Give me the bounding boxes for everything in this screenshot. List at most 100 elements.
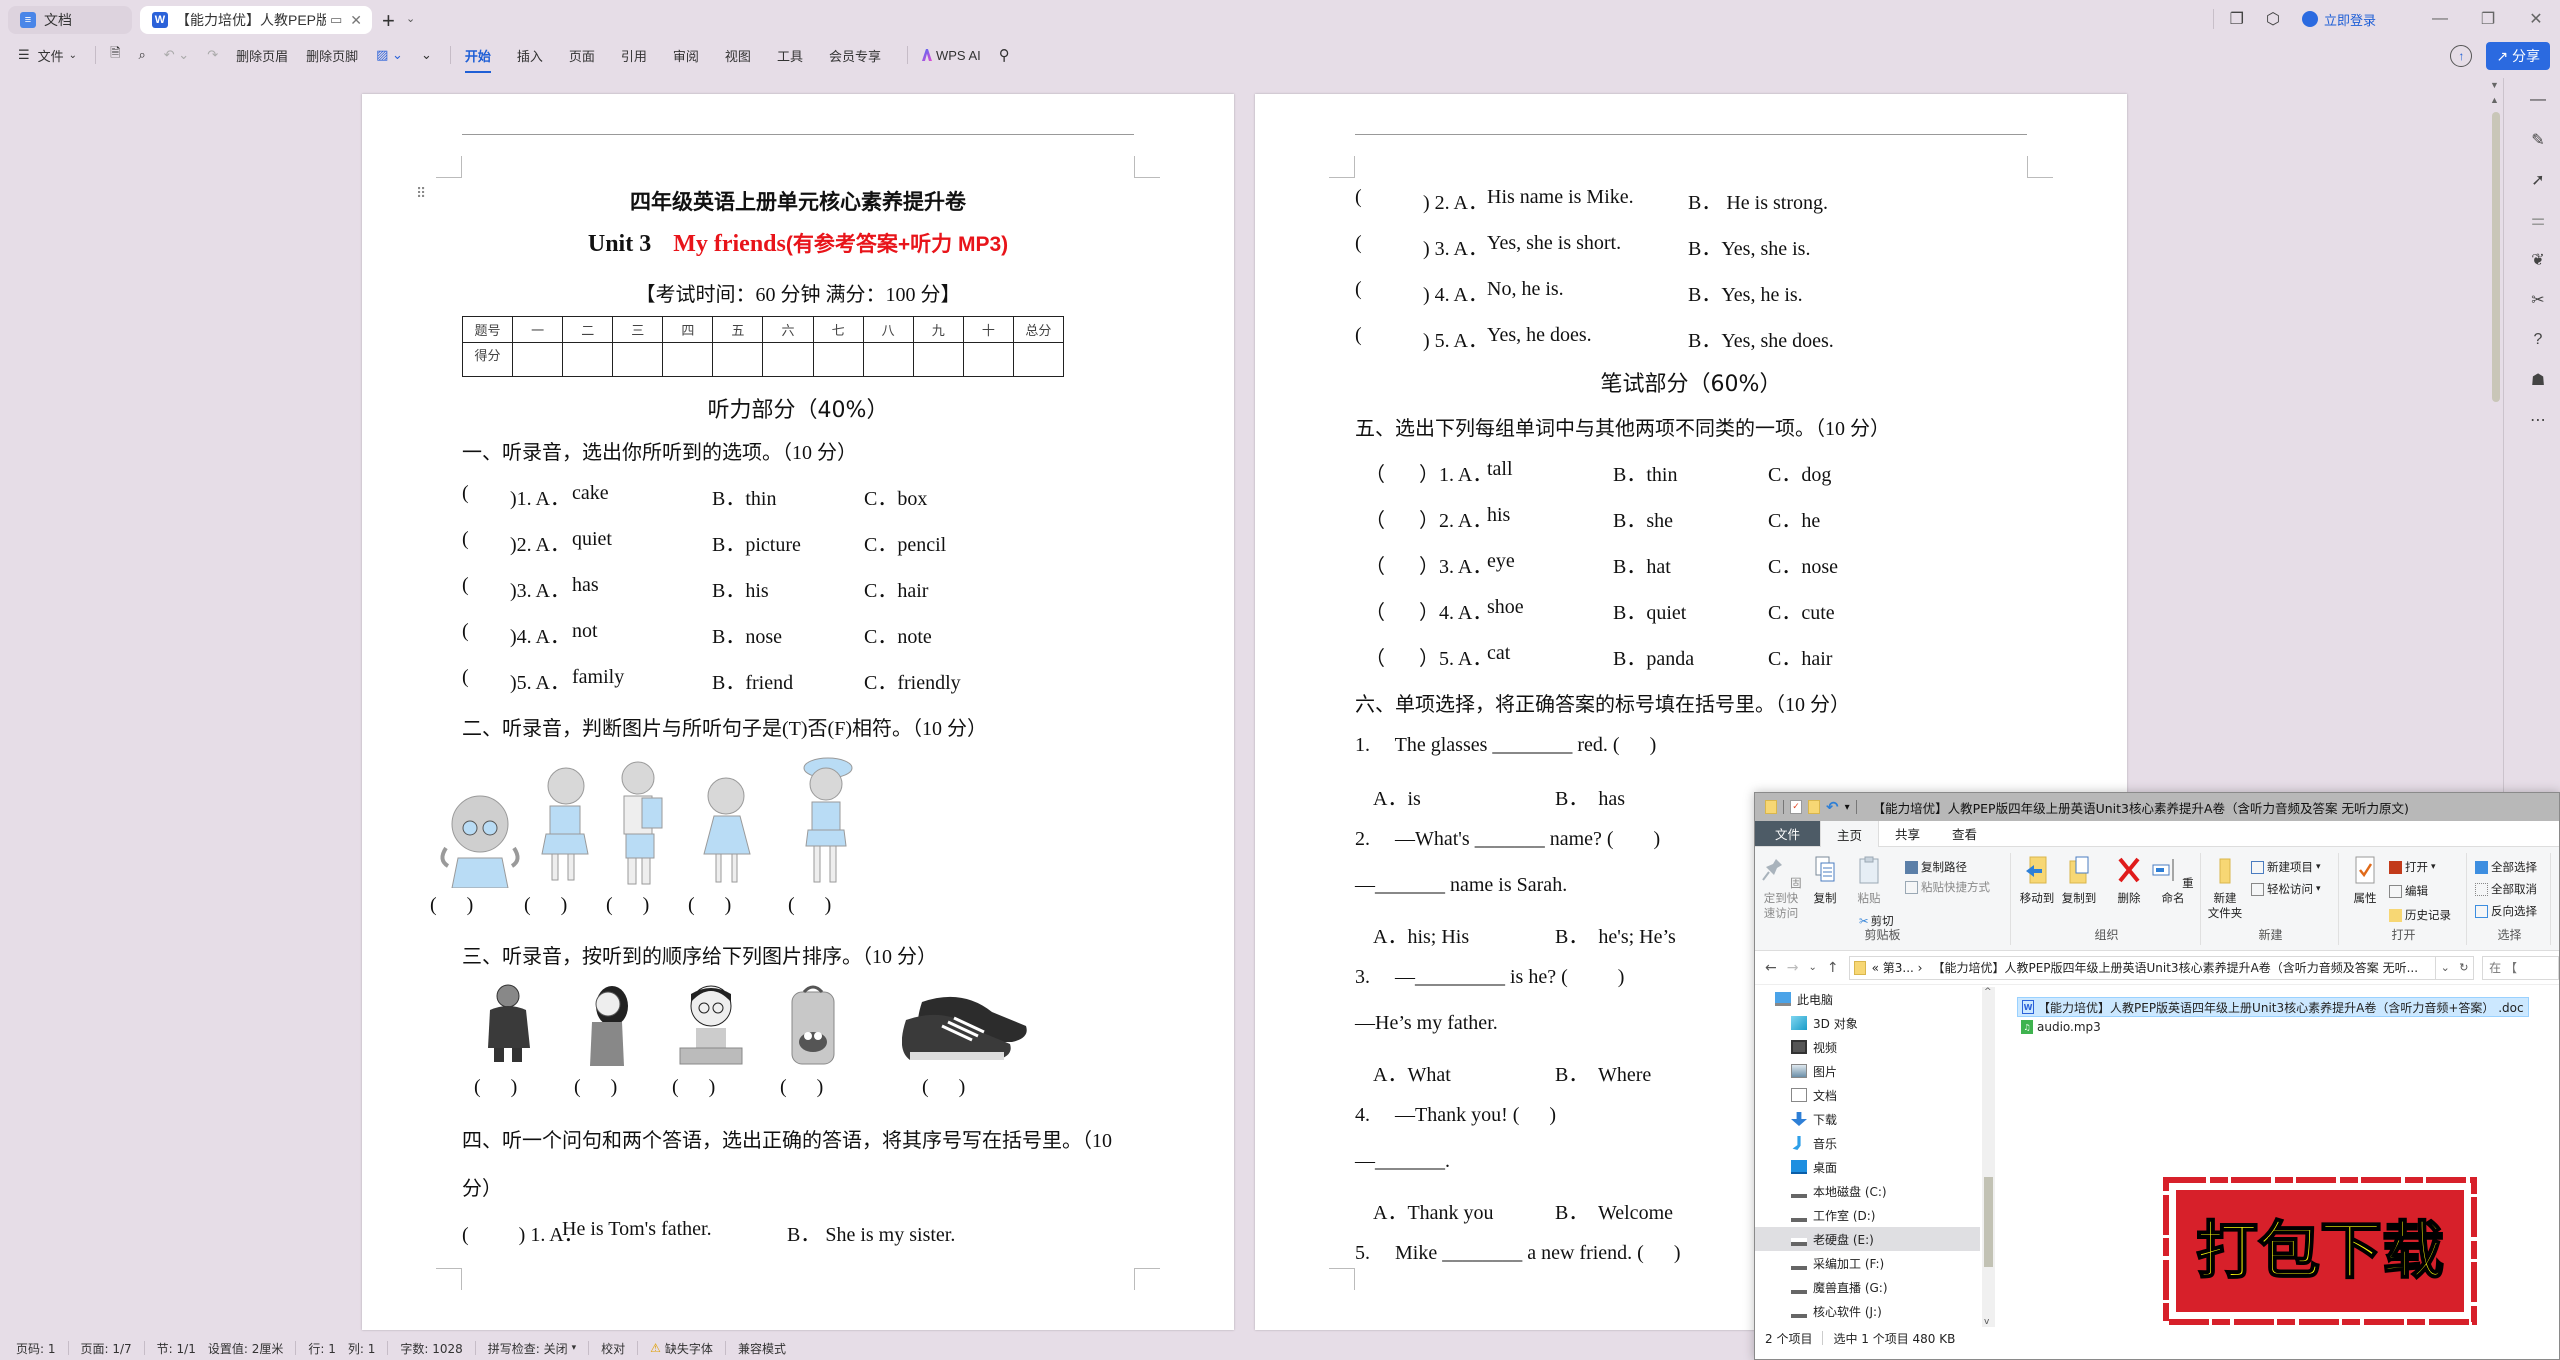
table-cell[interactable]	[762, 342, 814, 377]
address-path[interactable]: 【能力培优】人教PEP版四年级上册英语Unit3核心素养提升A卷（含听力音频及答…	[1932, 959, 2418, 976]
properties-button[interactable]: 属性	[2345, 855, 2385, 906]
delete-header-button[interactable]: 删除页眉	[236, 46, 288, 65]
table-cell[interactable]	[1012, 342, 1065, 377]
nav-item[interactable]: 魔兽直播 (G:)	[1755, 1275, 1980, 1299]
nav-item[interactable]: 视频	[1755, 1035, 1980, 1059]
vertical-scrollbar[interactable]	[2492, 112, 2500, 402]
back-icon[interactable]: ←	[1765, 960, 1777, 976]
login-button[interactable]: 立即登录	[2301, 10, 2376, 29]
navigation-scrollbar[interactable]: ^ v	[1982, 987, 1995, 1327]
table-cell[interactable]	[662, 342, 714, 377]
more-chevron-icon[interactable]: ⌄	[421, 47, 432, 63]
answer-bracket[interactable]: (	[1355, 232, 1362, 255]
document-page-1[interactable]: ⠿ 四年级英语上册单元核心素养提升卷 Unit 3 My friends(有参考答…	[362, 94, 1234, 1330]
table-cell[interactable]	[862, 342, 914, 377]
tab-reference[interactable]: 引用	[621, 46, 647, 65]
answer-bracket[interactable]: ( )	[922, 1076, 965, 1099]
border-style-icon[interactable]: ▨ ⌄	[376, 47, 403, 63]
status-page-number[interactable]: 页码: 1	[16, 1340, 56, 1357]
answer-bracket[interactable]: ( )	[788, 894, 831, 917]
answer-bracket[interactable]: (	[1355, 324, 1362, 347]
answer-bracket[interactable]: （	[1365, 504, 1385, 533]
answer-bracket[interactable]: ( )	[672, 1076, 715, 1099]
status-pages[interactable]: 页面: 1/7	[81, 1340, 132, 1357]
paste-shortcut-button[interactable]: 粘贴快捷方式	[1905, 879, 1990, 895]
file-item[interactable]: W 【能力培优】人教PEP版英语四年级上册Unit3核心素养提升A卷（含听力音频…	[2017, 997, 2529, 1017]
answer-bracket[interactable]: (	[462, 666, 469, 689]
package-download-stamp[interactable]: 打包下载	[2162, 1176, 2478, 1326]
status-proofread[interactable]: 校对	[601, 1340, 625, 1357]
copy-path-button[interactable]: 复制路径	[1905, 859, 1967, 875]
scroll-thumb[interactable]	[1984, 1177, 1993, 1267]
table-cell[interactable]	[612, 342, 664, 377]
pin-quick-access-button[interactable]: 固定到快 速访问	[1759, 855, 1803, 921]
paste-button[interactable]: 粘贴	[1849, 855, 1889, 906]
answer-bracket[interactable]: (	[1355, 278, 1362, 301]
answer-bracket[interactable]: ( )	[606, 894, 649, 917]
open-button[interactable]: 打开 ▾	[2389, 859, 2436, 875]
nav-item[interactable]: 文档	[1755, 1083, 1980, 1107]
status-setting[interactable]: 设置值: 2厘米	[208, 1340, 284, 1357]
nav-item[interactable]: 桌面	[1755, 1155, 1980, 1179]
nav-item[interactable]: 工作室 (D:)	[1755, 1203, 1980, 1227]
skin-icon[interactable]: ☗	[2526, 368, 2550, 392]
answer-bracket[interactable]: (	[1355, 186, 1362, 209]
table-cell[interactable]	[812, 342, 864, 377]
tab-documents[interactable]: ≡ 文档	[8, 6, 132, 34]
delete-footer-button[interactable]: 删除页脚	[306, 46, 358, 65]
nav-item[interactable]: 音乐	[1755, 1131, 1980, 1155]
plus-icon[interactable]: +	[382, 8, 395, 34]
address-dropdown-icon[interactable]: ⌄	[2441, 961, 2450, 974]
collapse-icon[interactable]: —	[2526, 88, 2550, 112]
sliders-icon[interactable]: ⚌	[2526, 208, 2550, 232]
explorer-tab-home[interactable]: 主页	[1820, 821, 1880, 847]
nav-item[interactable]: 3D 对象	[1755, 1011, 1980, 1035]
table-cell[interactable]	[912, 342, 964, 377]
screen-icon[interactable]: ▭	[330, 12, 342, 28]
address-prefix[interactable]: « 第3... ›	[1872, 959, 1923, 976]
table-cell[interactable]	[562, 342, 614, 377]
answer-bracket[interactable]: ( )	[430, 894, 473, 917]
tab-active-document[interactable]: W 【能力培优】人教PEP版英语四年级上册英语Unit3核心素养提升A卷 ▭ ✕	[140, 6, 372, 34]
scroll-top-icon[interactable]: ▼	[2490, 80, 2499, 90]
tab-insert[interactable]: 插入	[517, 46, 543, 65]
recent-dropdown-icon[interactable]: ⌄	[1808, 962, 1816, 973]
scroll-up-icon[interactable]: ^	[1984, 987, 1992, 997]
scroll-up-icon[interactable]: ▲	[2490, 95, 2499, 105]
status-missing-font[interactable]: ⚠ 缺失字体	[650, 1340, 713, 1357]
new-folder-button[interactable]: 新建 文件夹	[2205, 855, 2245, 921]
up-icon[interactable]: ↑	[1827, 960, 1839, 976]
close-tab-icon[interactable]: ✕	[350, 12, 362, 29]
tab-tools[interactable]: 工具	[777, 46, 803, 65]
edit-button[interactable]: 编辑	[2389, 883, 2428, 899]
redo-icon[interactable]: ↷	[207, 47, 218, 63]
forward-icon[interactable]: →	[1787, 960, 1799, 976]
new-folder-icon[interactable]	[1808, 800, 1820, 814]
answer-bracket[interactable]: (	[462, 482, 469, 505]
more-icon[interactable]: ⋯	[2526, 408, 2550, 432]
explorer-tab-share[interactable]: 共享	[1879, 821, 1936, 846]
nav-item[interactable]: 下载	[1755, 1107, 1980, 1131]
refresh-icon[interactable]: ↻	[2459, 961, 2468, 974]
select-none-button[interactable]: 全部取消	[2475, 881, 2537, 897]
answer-bracket[interactable]: （	[1365, 642, 1385, 671]
nav-item[interactable]: 图片	[1755, 1059, 1980, 1083]
new-item-button[interactable]: 新建项目 ▾	[2251, 859, 2321, 875]
tab-view[interactable]: 视图	[725, 46, 751, 65]
status-section[interactable]: 节: 1/1	[157, 1340, 196, 1357]
search-input[interactable]: 在 【	[2482, 955, 2559, 980]
tab-review[interactable]: 审阅	[673, 46, 699, 65]
answer-bracket[interactable]: ( )	[574, 1076, 617, 1099]
status-row[interactable]: 行: 1	[308, 1340, 336, 1357]
answer-bracket[interactable]: ( )	[688, 894, 731, 917]
copy-button[interactable]: 复制	[1805, 855, 1845, 906]
customize-dropdown-icon[interactable]: ▾	[1845, 802, 1850, 813]
answer-bracket[interactable]: ( )	[524, 894, 567, 917]
nav-item[interactable]: 采编加工 (F:)	[1755, 1251, 1980, 1275]
restore-button[interactable]: ❐	[2464, 9, 2512, 29]
tools-icon[interactable]: ✂	[2526, 288, 2550, 312]
nav-item[interactable]: 老硬盘 (E:)	[1755, 1227, 1980, 1251]
table-cell[interactable]	[712, 342, 764, 377]
copy-to-button[interactable]: 复制到	[2059, 855, 2099, 906]
cube-icon[interactable]: ⬡	[2266, 9, 2280, 29]
